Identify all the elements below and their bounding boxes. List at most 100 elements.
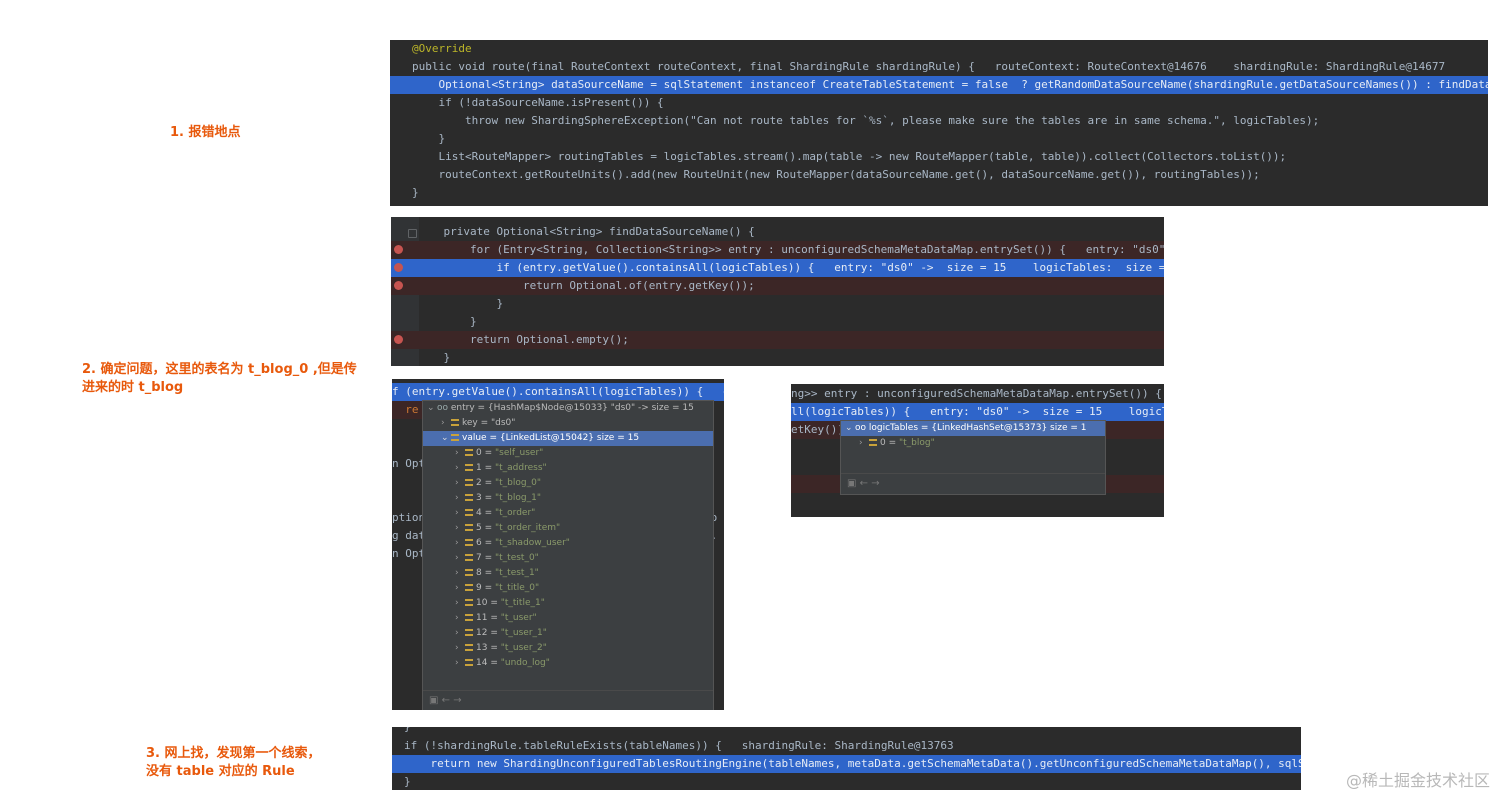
chevron-right-icon[interactable]: › <box>455 656 465 671</box>
code-line-breakpoint: return Optional.empty(); <box>391 331 1164 349</box>
variable-tooltip[interactable]: ⌄ oo entry = {HashMap$Node@15033} "ds0" -… <box>422 400 714 710</box>
field-icon <box>465 599 473 606</box>
list-item-index: 14 <box>476 658 488 668</box>
field-icon <box>465 569 473 576</box>
tree-row-list-item[interactable]: › 1 = "t_address" <box>423 461 713 476</box>
field-icon <box>465 449 473 456</box>
code-panel-route: @Override public void route(final RouteC… <box>390 40 1488 206</box>
tree-row-value[interactable]: ⌄ value = {LinkedList@15042} size = 15 <box>423 431 713 446</box>
chevron-right-icon[interactable]: › <box>455 446 465 461</box>
code-line: if (!dataSourceName.isPresent()) { <box>412 96 664 109</box>
chevron-right-icon[interactable]: › <box>455 536 465 551</box>
code-panel-table-rule: } if (!shardingRule.tableRuleExists(tabl… <box>392 727 1301 790</box>
code-line-breakpoint: return Optional.of(entry.getKey()); <box>391 277 1164 295</box>
list-item-value: "self_user" <box>495 448 544 458</box>
tree-row-list-item[interactable]: › 4 = "t_order" <box>423 506 713 521</box>
debug-panel-entry: f (entry.getValue().containsAll(logicTab… <box>392 379 724 710</box>
chevron-right-icon[interactable]: › <box>455 476 465 491</box>
field-icon <box>465 614 473 621</box>
list-item-value: "t_address" <box>495 463 547 473</box>
code-line: @Override <box>412 42 472 55</box>
annotation-3-line1: 3. 网上找，发现第一个线索， <box>146 746 321 761</box>
chevron-right-icon[interactable]: › <box>859 436 869 451</box>
code-line: } <box>417 351 451 364</box>
tree-row-list-item[interactable]: › 12 = "t_user_1" <box>423 626 713 641</box>
tree-row-list-item[interactable]: › 5 = "t_order_item" <box>423 521 713 536</box>
list-item-value: "t_blog_0" <box>495 478 541 488</box>
list-item-value: "t_shadow_user" <box>495 538 570 548</box>
list-item-value: "t_user_2" <box>500 643 547 653</box>
tree-row-list-item[interactable]: › 6 = "t_shadow_user" <box>423 536 713 551</box>
chevron-right-icon[interactable]: › <box>455 566 465 581</box>
code-line: throw new ShardingSphereException("Can n… <box>412 114 1320 127</box>
chevron-right-icon[interactable]: › <box>455 551 465 566</box>
chevron-right-icon[interactable]: › <box>455 506 465 521</box>
list-item-value: "t_test_1" <box>495 568 539 578</box>
code-line-current: ll(logicTables)) { entry: "ds0" -> size … <box>791 403 1164 421</box>
tree-row-entry[interactable]: ⌄ oo entry = {HashMap$Node@15033} "ds0" -… <box>423 401 713 416</box>
code-line-current: f (entry.getValue().containsAll(logicTab… <box>392 383 724 401</box>
list-item-value: "t_test_0" <box>495 553 539 563</box>
breakpoint-icon[interactable] <box>394 263 403 272</box>
tree-row-list-item[interactable]: › 13 = "t_user_2" <box>423 641 713 656</box>
code-fragment: re <box>392 401 422 419</box>
watermark: @稀土掘金技术社区 <box>1345 771 1490 790</box>
list-item-value: "t_user" <box>500 613 537 623</box>
forward-icon[interactable]: → <box>453 695 461 706</box>
tree-row-list-item[interactable]: › 14 = "undo_log" <box>423 656 713 671</box>
code-line: } <box>417 297 504 310</box>
tree-row-key[interactable]: › key = "ds0" <box>423 416 713 431</box>
pin-icon[interactable]: ▣ <box>847 478 856 489</box>
field-icon <box>465 524 473 531</box>
chevron-right-icon[interactable]: › <box>455 596 465 611</box>
breakpoint-icon[interactable] <box>394 281 403 290</box>
tree-row-list-item[interactable]: › 2 = "t_blog_0" <box>423 476 713 491</box>
code-line-current: return new ShardingUnconfiguredTablesRou… <box>392 755 1301 773</box>
annotation-2: 2. 确定问题，这里的表名为 t_blog_0 ,但是传 进来的时 t_blog <box>82 361 357 397</box>
chevron-down-icon[interactable]: ⌄ <box>845 421 855 436</box>
chevron-right-icon[interactable]: › <box>455 581 465 596</box>
code-line: public void route(final RouteContext rou… <box>412 60 1446 73</box>
forward-icon[interactable]: → <box>871 478 879 489</box>
chevron-right-icon[interactable]: › <box>441 416 451 431</box>
tree-row-logic-tables[interactable]: ⌄ oo logicTables = {LinkedHashSet@15373} … <box>841 421 1105 436</box>
annotation-2-line2: 进来的时 t_blog <box>82 380 184 395</box>
code-line: } <box>392 727 1301 736</box>
tree-row-list-item[interactable]: › 8 = "t_test_1" <box>423 566 713 581</box>
tree-row-list-item[interactable]: › 3 = "t_blog_1" <box>423 491 713 506</box>
list-item-index: 11 <box>476 613 488 623</box>
chevron-down-icon[interactable]: ⌄ <box>427 401 437 416</box>
breakpoint-icon[interactable] <box>394 245 403 254</box>
chevron-right-icon[interactable]: › <box>455 626 465 641</box>
code-fragment: n Opt <box>392 457 426 470</box>
field-icon <box>465 539 473 546</box>
chevron-right-icon[interactable]: › <box>455 641 465 656</box>
code-line: if (!shardingRule.tableRuleExists(tableN… <box>404 739 954 752</box>
field-icon <box>465 629 473 636</box>
chevron-right-icon[interactable]: › <box>455 611 465 626</box>
annotation-3-line2: 没有 table 对应的 Rule <box>146 764 295 779</box>
watch-icon: oo <box>437 403 451 413</box>
annotation-3: 3. 网上找，发现第一个线索， 没有 table 对应的 Rule <box>146 745 321 781</box>
tree-row-list-item[interactable]: › 7 = "t_test_0" <box>423 551 713 566</box>
tree-row-list-item[interactable]: › 9 = "t_title_0" <box>423 581 713 596</box>
back-icon[interactable]: ← <box>860 478 868 489</box>
breakpoint-icon[interactable] <box>394 335 403 344</box>
chevron-right-icon[interactable]: › <box>455 491 465 506</box>
chevron-right-icon[interactable]: › <box>455 461 465 476</box>
tree-row-list-item[interactable]: › 10 = "t_title_1" <box>423 596 713 611</box>
field-icon <box>465 509 473 516</box>
field-icon <box>869 439 877 446</box>
code-line: ng>> entry : unconfiguredSchemaMetaDataM… <box>791 387 1162 400</box>
chevron-down-icon[interactable]: ⌄ <box>441 431 451 446</box>
back-icon[interactable]: ← <box>442 695 450 706</box>
field-icon <box>451 419 459 426</box>
tree-row-list-item[interactable]: › 0 = "self_user" <box>423 446 713 461</box>
tree-row-item[interactable]: › 0 = "t_blog" <box>841 436 1105 451</box>
tree-row-list-item[interactable]: › 11 = "t_user" <box>423 611 713 626</box>
chevron-right-icon[interactable]: › <box>455 521 465 536</box>
tooltip-toolbar: ▣ ← → <box>841 473 1105 494</box>
list-item-value: "t_order_item" <box>495 523 561 533</box>
pin-icon[interactable]: ▣ <box>429 695 438 706</box>
variable-tooltip[interactable]: ⌄ oo logicTables = {LinkedHashSet@15373} … <box>840 420 1106 495</box>
